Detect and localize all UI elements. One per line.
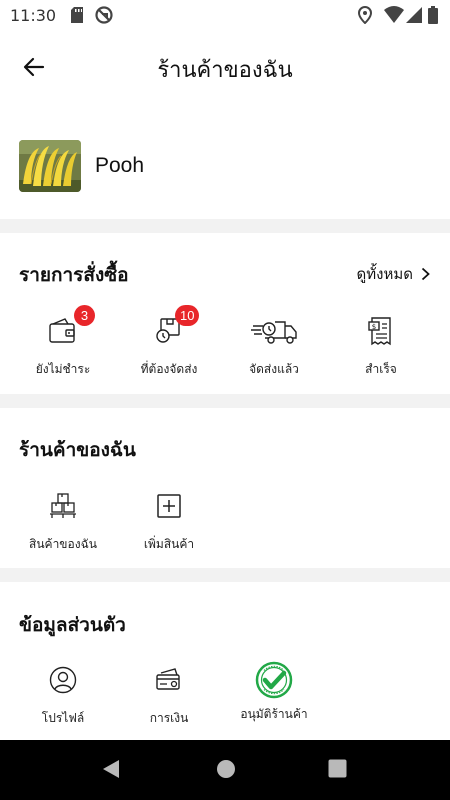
section-divider: [0, 394, 450, 408]
battery-icon: [428, 6, 438, 28]
see-all-label: ดูทั้งหมด: [356, 265, 413, 283]
banana-photo: [19, 140, 81, 192]
finance-label: การเงิน: [149, 711, 189, 725]
page-title: ร้านค้าของฉัน: [157, 58, 293, 83]
to-ship-count-badge: 10: [175, 305, 200, 326]
wifi-icon: [384, 6, 404, 28]
profile-row[interactable]: Pooh: [19, 140, 144, 192]
status-bar: 11:30: [0, 0, 450, 32]
shop-approval-button[interactable]: อนุมัติร้านค้า: [218, 661, 330, 724]
signal-icon: [406, 6, 422, 28]
avatar[interactable]: [19, 140, 81, 192]
order-unpaid-label: ยังไม่ชำระ: [35, 362, 91, 376]
section-divider: [0, 219, 450, 233]
add-product-label: เพิ่มสินค้า: [143, 537, 195, 551]
order-unpaid-button[interactable]: 3 ยังไม่ชำระ: [7, 305, 119, 379]
order-to-ship-button[interactable]: 10 ที่ต้องจัดส่ง: [113, 305, 225, 379]
system-nav-bar: [0, 740, 450, 800]
verified-badge-icon: [255, 661, 293, 699]
add-product-button[interactable]: เพิ่มสินค้า: [113, 489, 225, 554]
sd-card-icon: [70, 6, 84, 28]
profile-button[interactable]: โปรไฟล์: [7, 663, 119, 728]
wallet-icon: [49, 318, 75, 343]
credit-card-icon: [156, 668, 180, 690]
delivery-truck-icon: [251, 321, 297, 344]
order-to-ship-label: ที่ต้องจัดส่ง: [140, 362, 198, 376]
my-shop-section-title: ร้านค้าของฉัน: [19, 439, 136, 461]
my-products-label: สินค้าของฉัน: [29, 537, 97, 551]
chevron-right-icon: [421, 267, 430, 281]
shop-approval-label: อนุมัติร้านค้า: [240, 707, 308, 721]
unpaid-count-badge: 3: [74, 305, 95, 326]
order-shipped-label: จัดส่งแล้ว: [249, 362, 299, 376]
user-circle-icon: [49, 666, 77, 694]
profile-name: Pooh: [95, 154, 145, 177]
section-divider: [0, 568, 450, 582]
recents-square-icon[interactable]: [328, 759, 347, 782]
app-bar: ร้านค้าของฉัน: [0, 32, 450, 102]
home-circle-icon[interactable]: [216, 759, 236, 783]
svg-text:$: $: [372, 323, 376, 331]
back-triangle-icon[interactable]: [102, 759, 120, 783]
finance-button[interactable]: การเงิน: [113, 663, 225, 728]
location-icon: [357, 5, 373, 28]
order-completed-button[interactable]: $ สำเร็จ: [325, 314, 437, 379]
do-not-disturb-icon: [95, 6, 113, 28]
boxes-icon: [50, 493, 76, 518]
receipt-icon: $: [368, 317, 391, 346]
profile-label: โปรไฟล์: [41, 711, 85, 725]
add-box-icon: [157, 494, 181, 518]
orders-section-title: รายการสั่งซื้อ: [19, 264, 129, 286]
order-shipped-button[interactable]: จัดส่งแล้ว: [218, 314, 330, 379]
my-products-button[interactable]: สินค้าของฉัน: [7, 489, 119, 554]
personal-section-title: ข้อมูลส่วนตัว: [19, 614, 126, 636]
see-all-link[interactable]: ดูทั้งหมด: [357, 262, 430, 286]
order-completed-label: สำเร็จ: [365, 362, 397, 376]
status-time: 11:30: [10, 6, 57, 25]
